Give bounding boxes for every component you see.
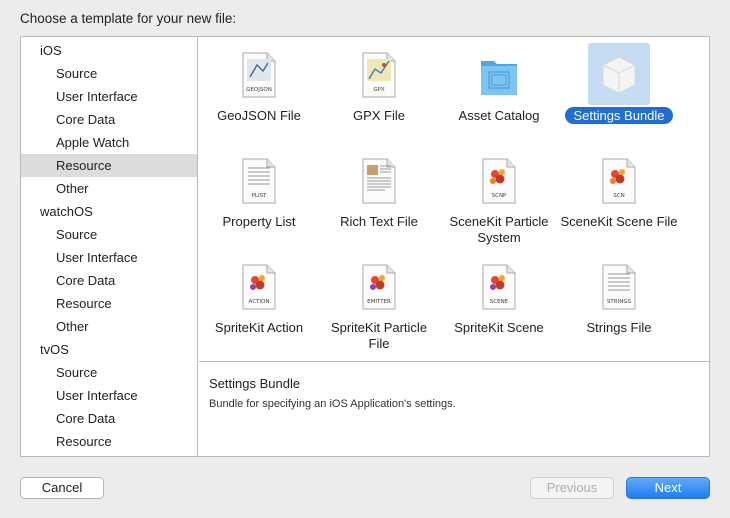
icon-badge-text: ACTION <box>248 299 270 305</box>
sidebar-item[interactable]: User Interface <box>21 246 197 269</box>
sidebar-item[interactable]: Resource <box>21 154 197 177</box>
template-item[interactable]: SCNP SceneKit Particle System <box>439 146 559 252</box>
template-name: SceneKit Particle System <box>449 214 549 245</box>
sidebar-item[interactable]: User Interface <box>21 85 197 108</box>
property-list-icon: PLIST <box>228 149 290 211</box>
template-item[interactable]: EMITTER SpriteKit Particle File <box>319 252 439 358</box>
template-name: SceneKit Scene File <box>560 214 678 229</box>
spritekit-scene-icon: SCENE <box>468 255 530 317</box>
icon-badge-text: PLIST <box>251 193 267 199</box>
sidebar-item[interactable]: Core Data <box>21 269 197 292</box>
spritekit-particle-icon: EMITTER <box>348 255 410 317</box>
previous-button[interactable]: Previous <box>530 477 614 499</box>
template-name: Strings File <box>586 320 652 335</box>
template-item[interactable]: GEOJSON GeoJSON File <box>199 40 319 146</box>
icon-badge-text: STRINGS <box>606 299 632 305</box>
template-name: GPX File <box>352 108 405 123</box>
scenekit-scene-icon: SCN <box>588 149 650 211</box>
template-item[interactable]: SCENE SpriteKit Scene <box>439 252 559 358</box>
template-description: Settings Bundle Bundle for specifying an… <box>199 363 709 456</box>
template-name: GeoJSON File <box>217 108 301 123</box>
template-item[interactable]: STRINGS Strings File <box>559 252 679 358</box>
sidebar-item[interactable]: Other <box>21 177 197 200</box>
icon-badge-text: SCENE <box>489 299 509 305</box>
icon-badge-text: SCNP <box>491 193 507 199</box>
template-item[interactable]: ACTION SpriteKit Action <box>199 252 319 358</box>
template-chooser: iOS Source User Interface Core Data Apple Wa… <box>20 36 710 457</box>
template-item[interactable]: GPX GPX File <box>319 40 439 146</box>
strings-file-icon: STRINGS <box>588 255 650 317</box>
sidebar-group[interactable]: tvOS <box>21 338 197 361</box>
template-item[interactable]: SCN SceneKit Scene File <box>559 146 679 252</box>
sidebar-item[interactable]: User Interface <box>21 384 197 407</box>
template-name: Property List <box>222 214 296 229</box>
sidebar-item[interactable]: Source <box>21 361 197 384</box>
next-button[interactable]: Next <box>626 477 710 499</box>
template-name: SpriteKit Particle File <box>330 320 428 351</box>
template-name: Settings Bundle <box>565 107 673 124</box>
icon-badge-text: GEOJSON <box>246 87 272 93</box>
template-name: Asset Catalog <box>458 108 540 123</box>
rich-text-file-icon <box>348 149 410 211</box>
sidebar-group[interactable]: watchOS <box>21 200 197 223</box>
gpx-file-icon: GPX <box>348 43 410 105</box>
sidebar-item[interactable]: Other <box>21 315 197 338</box>
cancel-button[interactable]: Cancel <box>20 477 104 499</box>
sidebar-group[interactable]: iOS <box>21 39 197 62</box>
spritekit-action-icon: ACTION <box>228 255 290 317</box>
sidebar-item[interactable]: Resource <box>21 292 197 315</box>
sidebar-item[interactable]: Source <box>21 62 197 85</box>
template-item[interactable]: Rich Text File <box>319 146 439 252</box>
sidebar-item[interactable]: Source <box>21 223 197 246</box>
scenekit-particle-icon: SCNP <box>468 149 530 211</box>
template-item[interactable]: Asset Catalog <box>439 40 559 146</box>
template-item[interactable]: PLIST Property List <box>199 146 319 252</box>
asset-catalog-folder-icon <box>468 43 530 105</box>
template-item[interactable]: Settings Bundle <box>559 40 679 146</box>
sidebar-item[interactable]: Apple Watch <box>21 131 197 154</box>
template-grid: GEOJSON GeoJSON File GPX GPX File Asset Cata… <box>199 37 709 362</box>
description-text: Bundle for specifying an iOS Application… <box>209 398 456 410</box>
icon-badge-text: GPX <box>373 87 385 93</box>
sidebar-item[interactable]: Core Data <box>21 407 197 430</box>
template-name: SpriteKit Action <box>214 320 304 335</box>
sidebar-item[interactable]: Resource <box>21 430 197 453</box>
settings-bundle-icon <box>588 43 650 105</box>
dialog-title: Choose a template for your new file: <box>20 11 237 26</box>
geojson-file-icon: GEOJSON <box>228 43 290 105</box>
platform-sidebar[interactable]: iOS Source User Interface Core Data Apple Wa… <box>21 37 198 456</box>
template-name: Rich Text File <box>340 214 418 229</box>
description-title: Settings Bundle <box>209 376 301 391</box>
icon-badge-text: SCN <box>613 193 625 199</box>
template-name: SpriteKit Scene <box>454 320 544 335</box>
icon-badge-text: EMITTER <box>367 299 391 305</box>
sidebar-item[interactable]: Core Data <box>21 108 197 131</box>
